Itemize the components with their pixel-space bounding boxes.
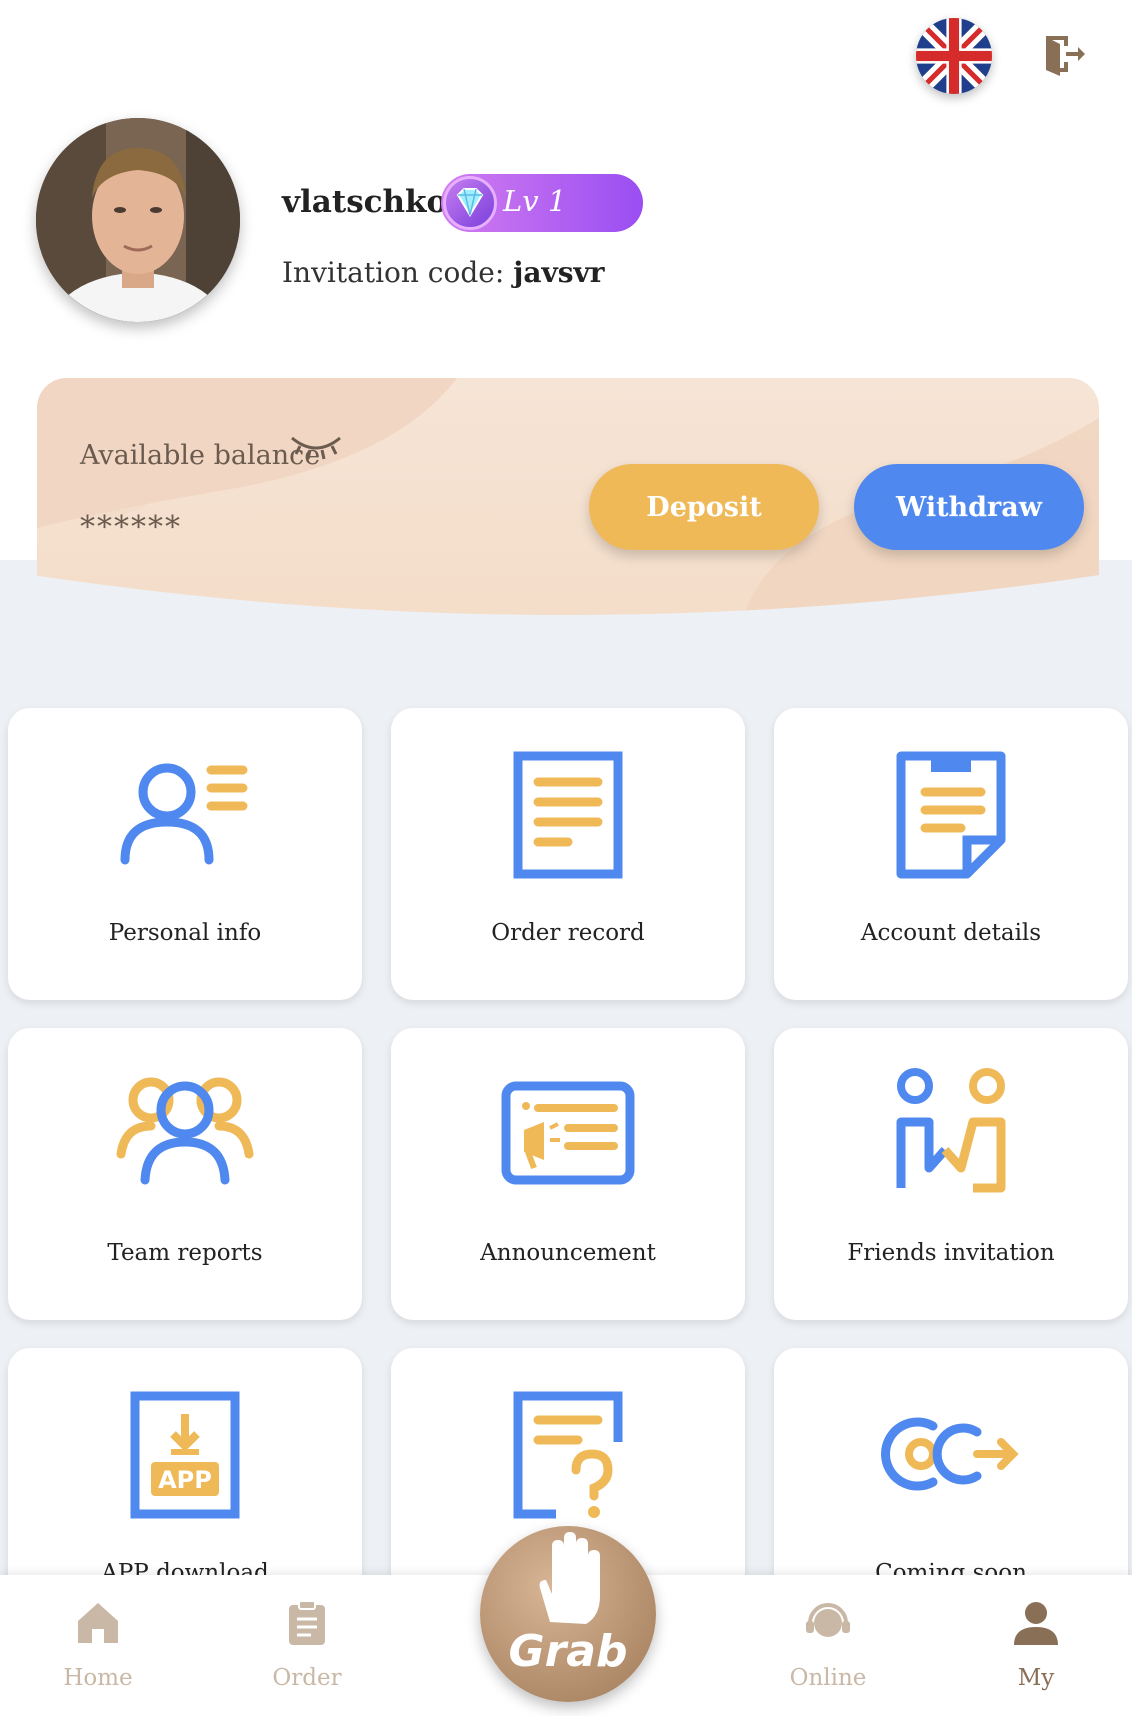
- grab-button[interactable]: Grab: [480, 1526, 656, 1702]
- menu-label: Friends invitation: [847, 1240, 1055, 1266]
- menu-label: Account details: [860, 920, 1042, 946]
- coming-soon-icon: [881, 1384, 1021, 1524]
- grab-label: Grab: [508, 1626, 628, 1677]
- invitation-code-value: javsvr: [513, 256, 605, 289]
- friends-invitation-icon: [881, 1064, 1021, 1204]
- username: vlatschko: [282, 184, 448, 220]
- menu-team-reports[interactable]: Team reports: [8, 1028, 362, 1320]
- menu-personal-info[interactable]: Personal info: [8, 708, 362, 1000]
- level-text: Lv 1: [503, 184, 567, 218]
- nav-order[interactable]: Order: [247, 1575, 367, 1716]
- nav-my-label: My: [1017, 1665, 1055, 1691]
- deposit-button[interactable]: Deposit: [589, 464, 819, 550]
- menu-label: Order record: [491, 920, 645, 946]
- diamond-icon: [443, 176, 497, 230]
- user-icon: [1012, 1599, 1060, 1647]
- menu-announcement[interactable]: Announcement: [391, 1028, 745, 1320]
- order-record-icon: [498, 744, 638, 884]
- invitation-label: Invitation code:: [282, 256, 505, 289]
- eye-closed-icon[interactable]: [288, 432, 344, 462]
- invitation-code: Invitation code: javsvr: [282, 256, 605, 289]
- top-bar: [0, 0, 1132, 110]
- nav-my[interactable]: My: [976, 1575, 1096, 1716]
- menu-label: Team reports: [107, 1240, 263, 1266]
- nav-home-label: Home: [63, 1665, 133, 1691]
- account-details-icon: [881, 744, 1021, 884]
- avatar[interactable]: [36, 118, 240, 322]
- nav-order-label: Order: [272, 1665, 342, 1691]
- announcement-icon: [498, 1064, 638, 1204]
- menu-label: Announcement: [480, 1240, 656, 1266]
- clipboard-icon: [283, 1599, 331, 1647]
- balance-value: ******: [80, 510, 182, 545]
- nav-online[interactable]: Online: [768, 1575, 888, 1716]
- app-download-icon: APP: [115, 1384, 255, 1524]
- headset-icon: [804, 1599, 852, 1647]
- menu-account-details[interactable]: Account details: [774, 708, 1128, 1000]
- home-icon: [74, 1599, 122, 1647]
- hand-icon: [539, 1532, 600, 1624]
- menu-order-record[interactable]: Order record: [391, 708, 745, 1000]
- menu-label: Personal info: [108, 920, 262, 946]
- logout-icon[interactable]: [1042, 32, 1086, 76]
- help-icon: [498, 1384, 638, 1524]
- balance-label: Available balance: [80, 440, 321, 471]
- personal-info-icon: [115, 744, 255, 884]
- uk-flag-icon[interactable]: [916, 18, 992, 94]
- menu-friends-invitation[interactable]: Friends invitation: [774, 1028, 1128, 1320]
- level-badge: Lv 1: [441, 174, 643, 232]
- withdraw-button[interactable]: Withdraw: [854, 464, 1084, 550]
- svg-text:APP: APP: [158, 1466, 212, 1494]
- nav-home[interactable]: Home: [38, 1575, 158, 1716]
- team-reports-icon: [115, 1064, 255, 1204]
- nav-online-label: Online: [789, 1665, 867, 1691]
